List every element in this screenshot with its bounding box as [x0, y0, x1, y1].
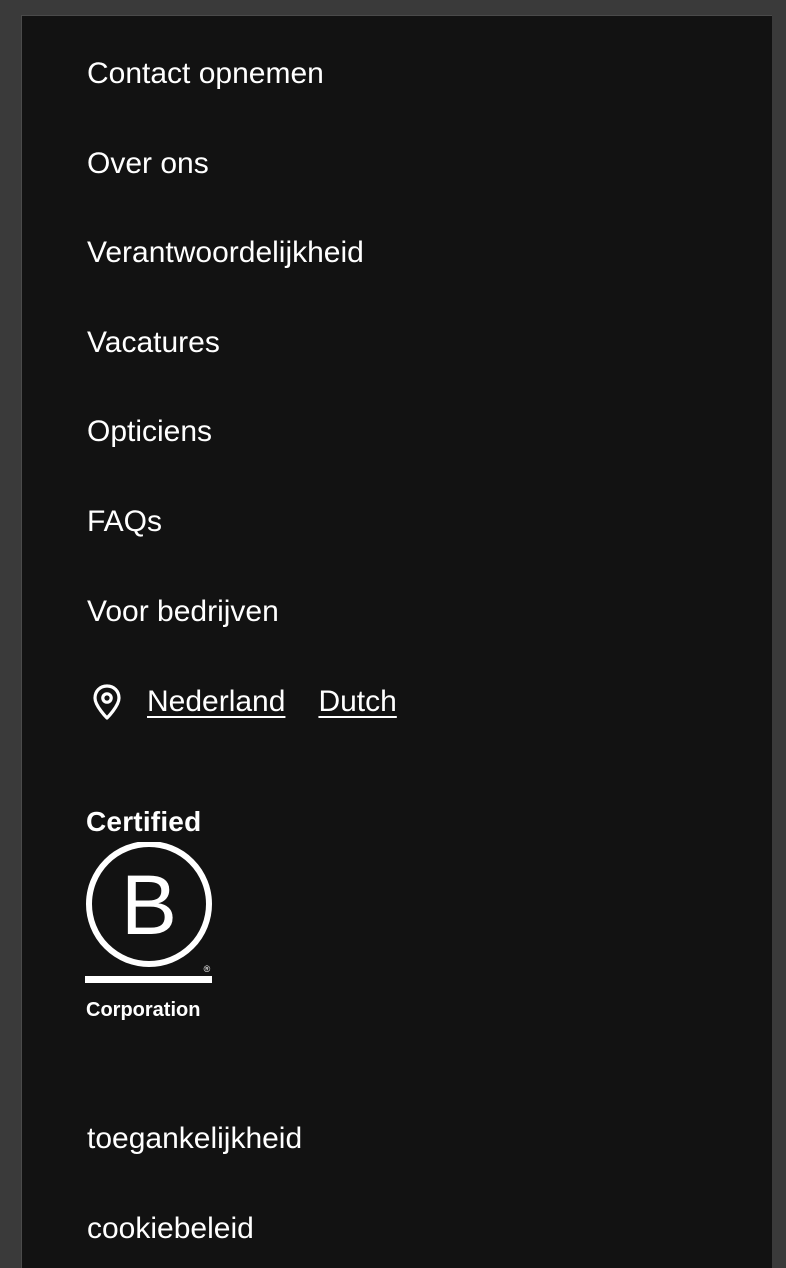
- b-corp-certified-logo: Certified B ® Corporation: [85, 806, 217, 1024]
- legal-link-cookie-policy[interactable]: cookiebeleid: [87, 1211, 254, 1247]
- b-corp-registered-mark: ®: [204, 964, 211, 974]
- b-corp-certified-text: Certified: [86, 806, 202, 837]
- country-link[interactable]: Nederland: [147, 684, 285, 720]
- nav-link-responsibility[interactable]: Verantwoordelijkheid: [87, 235, 364, 271]
- nav-link-vacancies[interactable]: Vacatures: [87, 325, 220, 361]
- nav-link-business[interactable]: Voor bedrijven: [87, 594, 279, 630]
- nav-link-contact[interactable]: Contact opnemen: [87, 56, 324, 92]
- b-corp-underline: [85, 976, 212, 983]
- nav-link-about[interactable]: Over ons: [87, 146, 209, 182]
- legal-link-accessibility[interactable]: toegankelijkheid: [87, 1121, 302, 1157]
- locale-selector: Nederland Dutch: [87, 682, 397, 722]
- b-corp-emblem-icon: B ®: [85, 842, 212, 983]
- b-corp-letter: B: [121, 858, 177, 952]
- nav-link-opticians[interactable]: Opticiens: [87, 414, 212, 450]
- nav-link-faqs[interactable]: FAQs: [87, 504, 162, 540]
- language-link[interactable]: Dutch: [318, 684, 396, 720]
- b-corp-corporation-text: Corporation: [86, 999, 201, 1021]
- location-pin-icon: [87, 682, 127, 722]
- footer-menu-panel: Contact opnemen Over ons Verantwoordelij…: [21, 15, 772, 1268]
